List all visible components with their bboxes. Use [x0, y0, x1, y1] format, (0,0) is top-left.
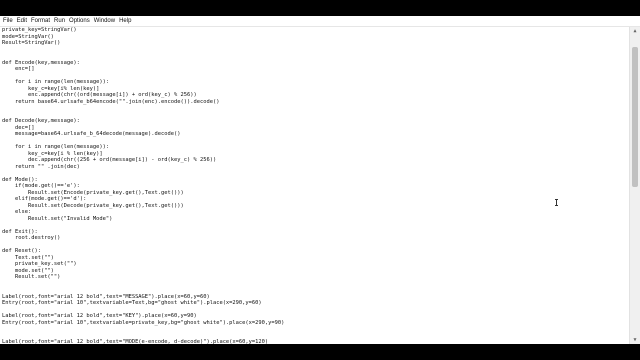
scrollbar-thumb[interactable] [632, 47, 638, 187]
vertical-scrollbar[interactable]: ▲ ▼ [629, 27, 640, 344]
idle-editor-window: File Edit Format Run Options Window Help priva… [0, 16, 640, 344]
menu-help[interactable]: Help [119, 16, 131, 26]
scroll-down-arrow-icon[interactable]: ▼ [630, 336, 640, 344]
menu-file[interactable]: File [3, 16, 13, 26]
code-line: Label(root,font="arial 12 bold",text="MO… [2, 339, 269, 344]
menu-edit[interactable]: Edit [17, 16, 27, 26]
menu-window[interactable]: Window [94, 16, 115, 26]
menu-bar: File Edit Format Run Options Window Help [0, 16, 640, 27]
text-cursor-icon [555, 199, 558, 206]
scroll-up-arrow-icon[interactable]: ▲ [630, 27, 640, 35]
menu-run[interactable]: Run [54, 16, 65, 26]
menu-format[interactable]: Format [31, 16, 50, 26]
code-editor[interactable]: private_key=StringVar() mode=StringVar() R… [0, 27, 630, 344]
menu-options[interactable]: Options [69, 16, 90, 26]
